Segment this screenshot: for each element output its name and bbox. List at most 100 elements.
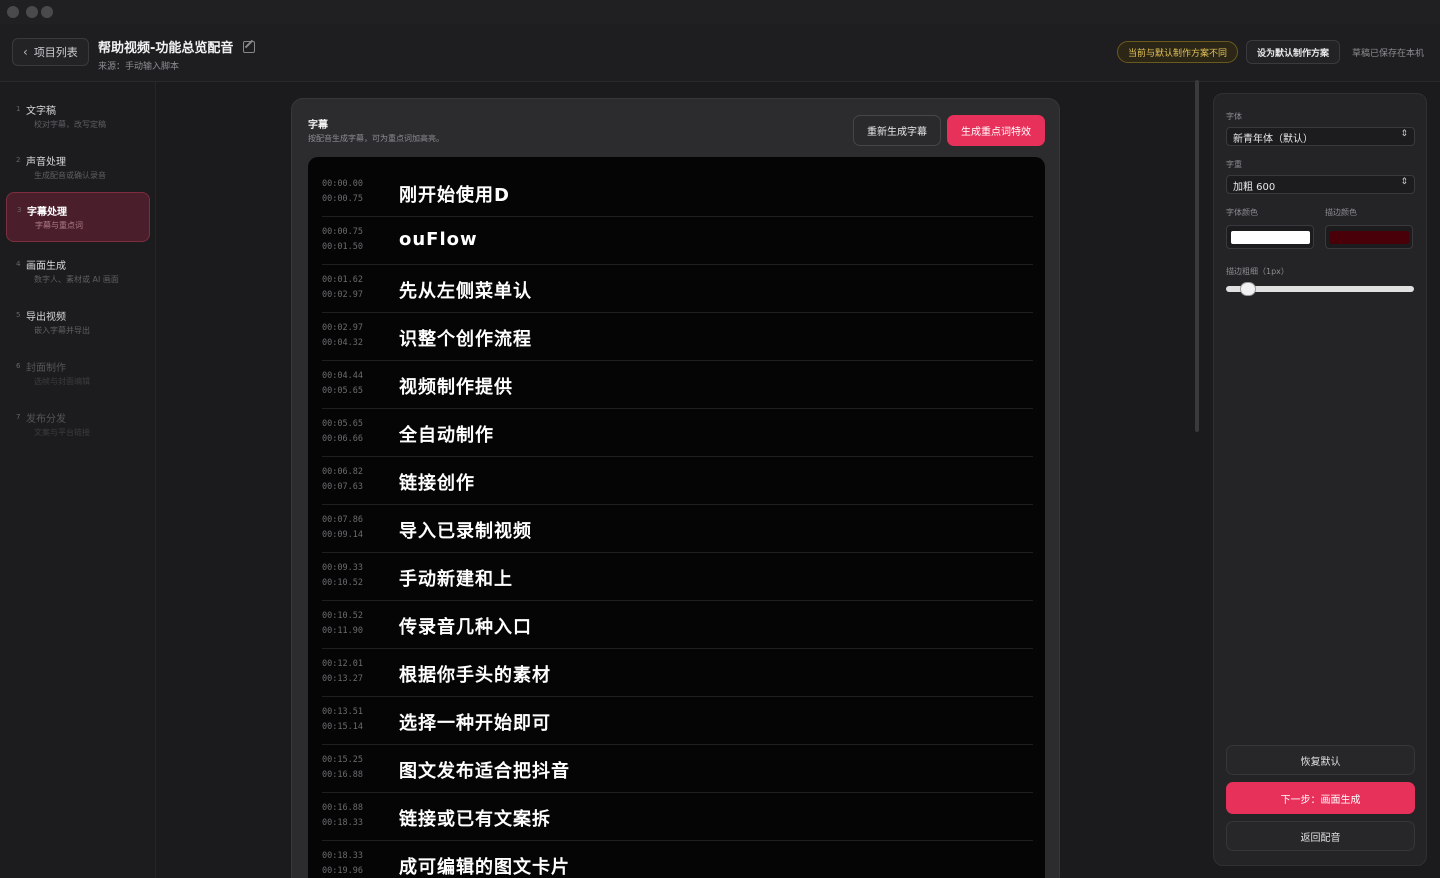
subtitle-text[interactable]: 视频制作提供 [399,373,513,399]
font-select[interactable]: 新青年体（默认） ⇕ [1226,127,1415,146]
subtitle-start-time: 00:02.97 [322,323,363,333]
subtitle-end-time: 00:05.65 [322,386,363,396]
subtitle-text[interactable]: 导入已录制视频 [399,517,532,543]
subtitle-row[interactable]: 00:13.51 00:15.14 选择一种开始即可 [322,697,1033,745]
step-number: 2 [16,156,21,164]
subtitle-text[interactable]: 传录音几种入口 [399,613,532,639]
subtitle-text[interactable]: 手动新建和上 [399,565,513,591]
step-number: 5 [16,311,21,319]
stroke-width-label: 描边粗细（1px） [1226,267,1289,276]
subtitle-text[interactable]: 链接创作 [399,469,475,495]
font-label: 字体 [1226,112,1242,121]
font-color-picker[interactable] [1226,225,1314,249]
step-title: 发布分发 [26,414,66,425]
subtitle-row[interactable]: 00:00.00 00:00.75 刚开始使用D [322,169,1033,217]
stroke-color-picker[interactable] [1325,225,1413,249]
subtitle-row[interactable]: 00:01.62 00:02.97 先从左侧菜单认 [322,265,1033,313]
sidebar-step-visuals[interactable]: 4 画面生成 数字人、素材或 AI 画面 [6,247,150,297]
subtitle-start-time: 00:00.00 [322,179,363,189]
subtitle-text[interactable]: 成可编辑的图文卡片 [399,853,570,878]
subtitle-end-time: 00:10.52 [322,578,363,588]
step-title: 声音处理 [26,157,66,168]
subtitle-text[interactable]: 识整个创作流程 [399,325,532,351]
subtitle-list[interactable]: 00:00.00 00:00.75 刚开始使用D 00:00.75 00:01.50 ou… [308,157,1045,878]
regenerate-subtitles-button[interactable]: 重新生成字幕 [853,115,941,146]
subtitle-text[interactable]: 链接或已有文案拆 [399,805,551,831]
minimize-window-dot[interactable] [26,6,38,18]
subtitle-row[interactable]: 00:00.75 00:01.50 ouFlow [322,217,1033,265]
subtitle-row[interactable]: 00:18.33 00:19.96 成可编辑的图文卡片 [322,841,1033,878]
back-to-dubbing-button[interactable]: 返回配音 [1226,821,1415,851]
subtitle-row[interactable]: 00:15.25 00:16.88 图文发布适合把抖音 [322,745,1033,793]
slider-thumb[interactable] [1240,282,1256,296]
subtitle-row[interactable]: 00:04.44 00:05.65 视频制作提供 [322,361,1033,409]
font-select-value: 新青年体（默认） [1233,134,1313,145]
card-title: 字幕 [308,120,328,131]
step-subtitle: 选帧与封面编辑 [34,377,90,386]
sidebar-step-export[interactable]: 5 导出视频 嵌入字幕并导出 [6,298,150,348]
step-title: 封面制作 [26,363,66,374]
chevron-left-icon: ‹ [23,45,28,59]
step-title: 文字稿 [26,106,56,117]
subtitle-end-time: 00:02.97 [322,290,363,300]
edit-icon[interactable] [243,40,256,53]
subtitle-end-time: 00:04.32 [322,338,363,348]
subtitle-text[interactable]: 刚开始使用D [399,181,510,207]
subtitle-row[interactable]: 00:09.33 00:10.52 手动新建和上 [322,553,1033,601]
sidebar-step-publish[interactable]: 7 发布分发 文案与平台链接 [6,400,150,450]
back-to-projects-label: 项目列表 [33,46,78,59]
subtitle-end-time: 00:01.50 [322,242,363,252]
subtitle-text[interactable]: ouFlow [399,229,478,250]
weight-label: 字重 [1226,160,1242,169]
workflow-sidebar: 1 文字稿 校对字幕，改写定稿 2 声音处理 生成配音或确认录音 3 字幕处理 … [0,82,156,878]
step-subtitle: 文案与平台链接 [34,428,90,437]
weight-select[interactable]: 加粗 600 ⇕ [1226,175,1415,194]
subtitle-row[interactable]: 00:05.65 00:06.66 全自动制作 [322,409,1033,457]
subtitle-row[interactable]: 00:07.86 00:09.14 导入已录制视频 [322,505,1033,553]
subtitle-end-time: 00:16.88 [322,770,363,780]
subtitle-end-time: 00:09.14 [322,530,363,540]
restore-default-button[interactable]: 恢复默认 [1226,745,1415,775]
weight-select-value: 加粗 600 [1233,182,1276,193]
step-title: 导出视频 [26,312,66,323]
scrollbar[interactable] [1195,80,1199,432]
project-title: 帮助视频-功能总览配音 [98,41,234,56]
subtitle-start-time: 00:18.33 [322,851,363,861]
subtitle-end-time: 00:11.90 [322,626,363,636]
step-number: 4 [16,260,21,268]
subtitle-start-time: 00:10.52 [322,611,363,621]
step-number: 3 [17,206,22,214]
step-subtitle: 生成配音或确认录音 [34,171,106,180]
subtitle-text[interactable]: 先从左侧菜单认 [399,277,532,303]
subtitle-text[interactable]: 图文发布适合把抖音 [399,757,570,783]
subtitle-text[interactable]: 根据你手头的素材 [399,661,551,687]
sidebar-step-subtitles[interactable]: 3 字幕处理 字幕与重点词 [6,192,150,242]
project-title-row: 帮助视频-功能总览配音 [98,37,256,56]
subtitle-end-time: 00:06.66 [322,434,363,444]
subtitle-text[interactable]: 选择一种开始即可 [399,709,551,735]
subtitle-text[interactable]: 全自动制作 [399,421,494,447]
set-default-button[interactable]: 设为默认制作方案 [1245,40,1340,64]
subtitle-start-time: 00:04.44 [322,371,363,381]
subtitle-start-time: 00:09.33 [322,563,363,573]
sidebar-step-audio[interactable]: 2 声音处理 生成配音或确认录音 [6,143,150,193]
card-subtitle: 按配音生成字幕，可为重点词加高亮。 [308,134,444,143]
back-to-projects-button[interactable]: ‹ 项目列表 [12,38,89,66]
window-titlebar [0,0,1440,24]
subtitle-row[interactable]: 00:16.88 00:18.33 链接或已有文案拆 [322,793,1033,841]
subtitle-row[interactable]: 00:10.52 00:11.90 传录音几种入口 [322,601,1033,649]
subtitle-row[interactable]: 00:12.01 00:13.27 根据你手头的素材 [322,649,1033,697]
step-subtitle: 嵌入字幕并导出 [34,326,90,335]
generate-keyword-effects-button[interactable]: 生成重点词特效 [947,115,1045,146]
close-window-dot[interactable] [7,6,19,18]
subtitle-end-time: 00:19.96 [322,866,363,876]
sidebar-step-script[interactable]: 1 文字稿 校对字幕，改写定稿 [6,92,150,142]
subtitle-row[interactable]: 00:06.82 00:07.63 链接创作 [322,457,1033,505]
sidebar-step-cover[interactable]: 6 封面制作 选帧与封面编辑 [6,349,150,399]
font-color-label: 字体颜色 [1226,208,1258,217]
subtitle-start-time: 00:15.25 [322,755,363,765]
next-step-button[interactable]: 下一步：画面生成 [1226,782,1415,814]
subtitle-row[interactable]: 00:02.97 00:04.32 识整个创作流程 [322,313,1033,361]
subtitle-start-time: 00:06.82 [322,467,363,477]
zoom-window-dot[interactable] [41,6,53,18]
